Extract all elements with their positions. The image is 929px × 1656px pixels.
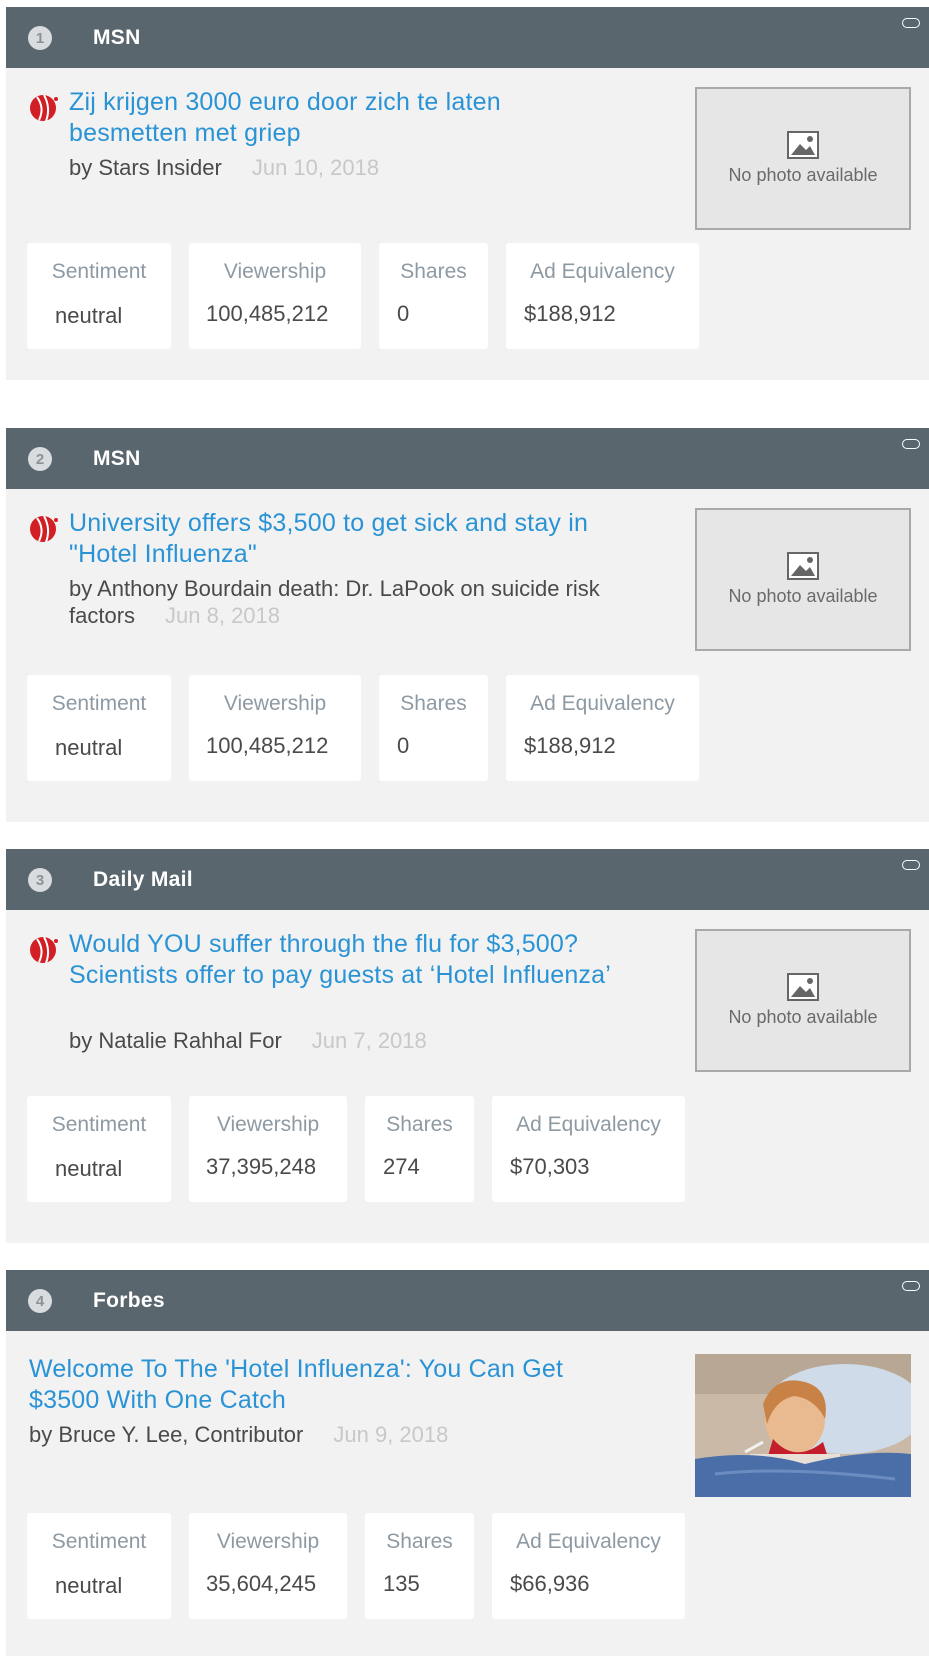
viewership-metric: Viewership 37,395,248 <box>189 1096 347 1202</box>
metric-label: Sentiment <box>51 1113 147 1136</box>
article-byline: by Anthony Bourdain death: Dr. LaPook on… <box>69 575 649 629</box>
image-icon <box>787 552 819 580</box>
metric-value: 135 <box>383 1571 420 1596</box>
image-icon <box>787 973 819 1001</box>
ad-equivalency-metric: Ad Equivalency $66,936 <box>492 1513 685 1619</box>
metric-label: Shares <box>386 1113 453 1136</box>
rank-badge: 1 <box>28 26 52 50</box>
viewership-metric: Viewership 100,485,212 <box>189 243 361 349</box>
rank-badge: 2 <box>28 447 52 471</box>
publish-date: Jun 10, 2018 <box>251 155 380 180</box>
rank-badge: 3 <box>28 868 52 892</box>
shares-metric: Shares 0 <box>379 675 488 781</box>
article-title-link[interactable]: University offers $3,500 to get sick and… <box>69 508 659 570</box>
source-logo-icon <box>30 94 58 122</box>
collapse-icon[interactable] <box>902 1281 920 1291</box>
photo-placeholder: No photo available <box>695 508 911 651</box>
author: by Stars Insider <box>69 155 222 180</box>
card-header: 3 Daily Mail <box>6 849 929 910</box>
ad-equivalency-metric: Ad Equivalency $188,912 <box>506 243 699 349</box>
publish-date: Jun 8, 2018 <box>165 603 281 628</box>
publish-date: Jun 7, 2018 <box>311 1028 427 1053</box>
metric-value: $70,303 <box>510 1154 590 1179</box>
photo-placeholder: No photo available <box>695 87 911 230</box>
sentiment-metric: Sentiment neutral <box>27 1513 171 1619</box>
shares-metric: Shares 135 <box>365 1513 474 1619</box>
metric-value: $188,912 <box>524 301 616 326</box>
article-byline: by Stars Insider Jun 10, 2018 <box>69 154 629 181</box>
metric-value: $188,912 <box>524 733 616 758</box>
article-card: 1 MSN Zij krijgen 3000 euro door zich te… <box>6 7 929 380</box>
metric-label: Shares <box>400 692 467 715</box>
sentiment-metric: Sentiment neutral <box>27 675 171 781</box>
metric-value: 100,485,212 <box>206 733 329 758</box>
card-header: 1 MSN <box>6 7 929 68</box>
collapse-icon[interactable] <box>902 18 920 28</box>
article-card: 4 Forbes Welcome To The 'Hotel Influenza… <box>6 1270 929 1656</box>
card-header: 2 MSN <box>6 428 929 489</box>
author: by Natalie Rahhal For <box>69 1028 282 1053</box>
metric-label: Ad Equivalency <box>516 1530 661 1553</box>
sentiment-metric: Sentiment neutral <box>27 1096 171 1202</box>
metric-value: 35,604,245 <box>206 1571 317 1596</box>
metric-value: neutral <box>55 1573 123 1598</box>
shares-metric: Shares 274 <box>365 1096 474 1202</box>
article-byline: by Natalie Rahhal For Jun 7, 2018 <box>69 1027 629 1054</box>
metric-value: 37,395,248 <box>206 1154 317 1179</box>
metric-label: Sentiment <box>51 692 147 715</box>
metric-label: Shares <box>386 1530 453 1553</box>
source-name: Daily Mail <box>93 868 193 891</box>
metric-value: neutral <box>55 303 123 328</box>
source-logo-icon <box>30 936 58 964</box>
rank-badge: 4 <box>28 1289 52 1313</box>
metric-value: 274 <box>383 1154 420 1179</box>
publish-date: Jun 9, 2018 <box>333 1422 449 1447</box>
source-logo-icon <box>30 515 58 543</box>
article-byline: by Bruce Y. Lee, Contributor Jun 9, 2018 <box>29 1421 629 1448</box>
image-icon <box>787 131 819 159</box>
article-photo[interactable] <box>695 1354 911 1497</box>
metric-label: Viewership <box>223 260 327 283</box>
card-header: 4 Forbes <box>6 1270 929 1331</box>
metric-value: neutral <box>55 735 123 760</box>
article-title-link[interactable]: Welcome To The 'Hotel Influenza': You Ca… <box>29 1354 609 1416</box>
source-name: MSN <box>93 26 141 49</box>
source-name: MSN <box>93 447 141 470</box>
metric-label: Viewership <box>216 1113 320 1136</box>
metric-value: 100,485,212 <box>206 301 329 326</box>
photo-placeholder: No photo available <box>695 929 911 1072</box>
metric-label: Shares <box>400 260 467 283</box>
viewership-metric: Viewership 100,485,212 <box>189 675 361 781</box>
metric-label: Ad Equivalency <box>530 260 675 283</box>
metric-value: neutral <box>55 1156 123 1181</box>
collapse-icon[interactable] <box>902 439 920 449</box>
metric-label: Sentiment <box>51 1530 147 1553</box>
metric-label: Viewership <box>216 1530 320 1553</box>
source-name: Forbes <box>93 1289 165 1312</box>
article-title-link[interactable]: Would YOU suffer through the flu for $3,… <box>69 929 629 991</box>
metric-value: $66,936 <box>510 1571 590 1596</box>
article-card: 3 Daily Mail Would YOU suffer through th… <box>6 849 929 1243</box>
metric-value: 0 <box>397 301 410 326</box>
metric-label: Viewership <box>223 692 327 715</box>
sentiment-metric: Sentiment neutral <box>27 243 171 349</box>
metric-label: Ad Equivalency <box>516 1113 661 1136</box>
viewership-metric: Viewership 35,604,245 <box>189 1513 347 1619</box>
metric-value: 0 <box>397 733 410 758</box>
article-title-link[interactable]: Zij krijgen 3000 euro door zich te laten… <box>69 87 589 149</box>
author: by Bruce Y. Lee, Contributor <box>29 1422 304 1447</box>
no-photo-text: No photo available <box>728 165 878 185</box>
no-photo-text: No photo available <box>728 1007 878 1027</box>
ad-equivalency-metric: Ad Equivalency $70,303 <box>492 1096 685 1202</box>
metric-label: Sentiment <box>51 260 147 283</box>
shares-metric: Shares 0 <box>379 243 488 349</box>
article-card: 2 MSN University offers $3,500 to get si… <box>6 428 929 822</box>
author: by Anthony Bourdain death: Dr. LaPook on… <box>69 576 600 628</box>
ad-equivalency-metric: Ad Equivalency $188,912 <box>506 675 699 781</box>
collapse-icon[interactable] <box>902 860 920 870</box>
metric-label: Ad Equivalency <box>530 692 675 715</box>
no-photo-text: No photo available <box>728 586 878 606</box>
